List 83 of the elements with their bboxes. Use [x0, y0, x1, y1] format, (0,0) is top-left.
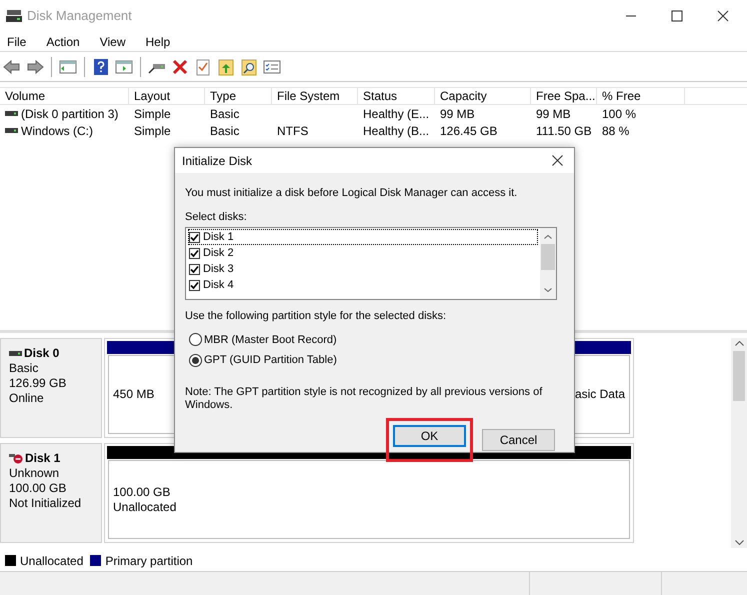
folder-magnifier-icon[interactable] — [239, 56, 259, 76]
table-cell-text: Healthy (E... — [363, 106, 430, 122]
table-cell-text: Simple — [134, 106, 171, 122]
menu-item[interactable]: File — [7, 32, 26, 50]
checkbox[interactable] — [189, 232, 200, 242]
legend-label: Primary partition — [105, 552, 193, 570]
cancel-button[interactable]: Cancel — [482, 428, 555, 450]
partition-style-label: Use the following partition style for the selected disks: — [185, 309, 448, 324]
menu-item[interactable]: Action — [46, 32, 80, 50]
table-cell-text: 111.50 GB — [536, 122, 592, 140]
disk-type: Unknown — [9, 466, 60, 481]
checkbox[interactable] — [189, 264, 200, 274]
scrollbar-thumb[interactable] — [733, 351, 745, 401]
column-header[interactable]: File System — [272, 88, 358, 104]
scroll-up-icon[interactable] — [734, 341, 744, 346]
menu-item[interactable]: Help — [146, 32, 170, 50]
disk-list-item[interactable]: Disk 3 — [203, 260, 234, 278]
dialog-message: You must initialize a disk before Logical Disk Manager can access it. — [185, 186, 518, 201]
dialog-title: Initialize Disk — [182, 152, 252, 170]
disk-label-panel[interactable]: Disk 0 Basic 126.99 GB Online — [0, 338, 102, 438]
table-cell-text: 126.45 GB — [440, 122, 498, 140]
help-icon[interactable] — [91, 56, 111, 76]
disk-name: Disk 0 — [24, 346, 60, 361]
table-cell-text: Windows (C:) — [21, 122, 94, 140]
drive-icon — [5, 110, 18, 117]
radio-label[interactable]: MBR (Master Boot Record) — [204, 332, 337, 348]
table-cell-text: 99 MB — [536, 106, 571, 122]
table-cell-text: 99 MB — [440, 106, 475, 122]
disk-size: 126.99 GB — [9, 376, 68, 391]
disk-list-item[interactable]: Disk 4 — [203, 276, 234, 294]
disk-status: Online — [9, 391, 45, 406]
column-header[interactable]: Capacity — [435, 88, 531, 104]
disk-label-panel[interactable]: Disk 1 Unknown 100.00 GB Not Initialized — [0, 443, 102, 543]
table-cell-text: Simple — [134, 122, 171, 140]
close-icon[interactable] — [552, 155, 563, 166]
disk-list-item[interactable]: Disk 1 — [203, 228, 234, 246]
drive-icon — [9, 350, 22, 357]
disk-size: 100.00 GB — [9, 481, 68, 496]
column-header[interactable]: Type — [205, 88, 272, 104]
window-title: Disk Management — [27, 7, 132, 26]
scrollbar-thumb[interactable] — [541, 244, 555, 270]
select-disks-label: Select disks: — [185, 210, 248, 224]
scroll-up-icon[interactable] — [544, 235, 552, 239]
drive-error-icon — [9, 453, 23, 464]
table-cell-text: 88 % — [602, 122, 630, 140]
disk-management-icon — [6, 9, 22, 23]
disk-name: Disk 1 — [25, 451, 60, 466]
disk-status: Not Initialized — [9, 496, 82, 511]
partition-text: 100.00 GB — [113, 484, 170, 500]
column-header[interactable]: Volume — [0, 88, 129, 104]
checkbox[interactable] — [189, 248, 200, 258]
table-cell-text: (Disk 0 partition 3) — [21, 106, 118, 122]
column-header[interactable]: Layout — [129, 88, 205, 104]
dialog-note: Note: The GPT partition style is not recognized by all previous versions of Windows. — [185, 386, 544, 412]
list-scrollbar[interactable] — [540, 228, 556, 299]
disk-list[interactable]: Disk 1 Disk 2 Disk 3 Disk 4 — [185, 227, 557, 300]
table-cell-text: 100 % — [602, 106, 636, 122]
column-header[interactable]: Status — [358, 88, 435, 104]
partition-text: 450 MB — [113, 387, 154, 402]
partition-block[interactable]: 100.00 GB Unallocated — [108, 460, 630, 539]
checkbox[interactable] — [189, 280, 200, 290]
vertical-scrollbar[interactable] — [731, 338, 747, 548]
scroll-down-icon[interactable] — [734, 540, 744, 545]
column-header[interactable]: Free Spa... — [531, 88, 597, 104]
ok-button[interactable]: OK — [393, 424, 466, 446]
table-cell-text: Healthy (B... — [363, 122, 430, 140]
partition-text: asic Data — [574, 387, 625, 402]
table-cell-text: Basic — [210, 122, 240, 140]
partition-text: Unallocated — [113, 500, 176, 514]
disk-type: Basic — [9, 361, 40, 376]
disk-list-item[interactable]: Disk 2 — [203, 244, 234, 262]
close-icon[interactable] — [717, 10, 729, 22]
menu-item[interactable]: View — [100, 32, 126, 50]
scroll-down-icon[interactable] — [544, 288, 552, 292]
radio-button[interactable] — [189, 333, 202, 346]
maximize-icon[interactable] — [671, 10, 683, 22]
radio-label[interactable]: GPT (GUID Partition Table) — [204, 352, 337, 368]
column-header[interactable]: % Free — [597, 88, 685, 104]
drive-icon — [5, 127, 18, 134]
radio-button[interactable] — [189, 354, 202, 367]
legend-label: Unallocated — [20, 552, 84, 570]
table-cell-text: Basic — [210, 106, 240, 122]
table-cell-text: NTFS — [277, 122, 308, 140]
